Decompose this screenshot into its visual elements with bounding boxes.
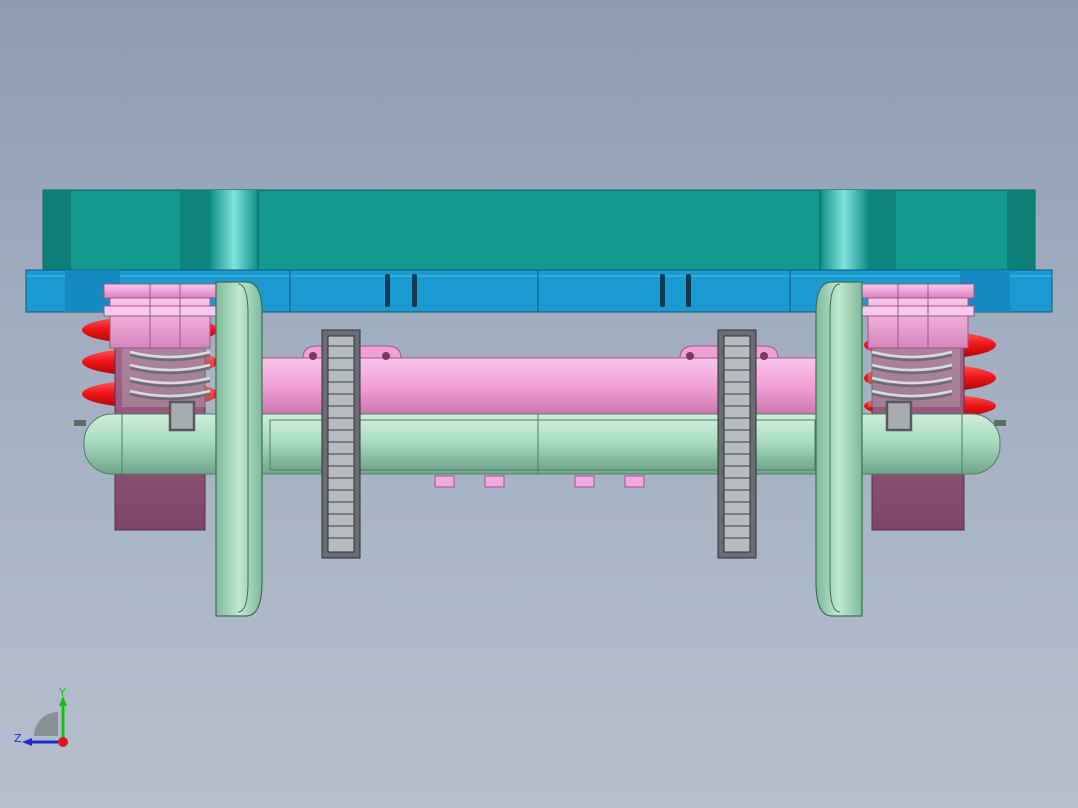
top-frame <box>42 189 1036 272</box>
right-bearing-block <box>861 283 975 349</box>
shaft-clamps <box>434 475 645 488</box>
z-axis-arrowhead <box>22 738 32 746</box>
axle-shaft <box>74 413 1006 475</box>
bogie-assembly-model[interactable] <box>0 0 1078 808</box>
y-axis-label: Y <box>58 686 66 699</box>
left-wheel <box>215 281 263 617</box>
x-axis-origin-dot <box>58 737 68 747</box>
right-gear <box>717 329 757 559</box>
triad-quarter-disc <box>34 712 58 736</box>
z-axis-label: Z <box>14 732 22 745</box>
3d-viewport[interactable]: Y Z <box>0 0 1078 808</box>
left-gear <box>321 329 361 559</box>
orientation-triad[interactable]: Y Z <box>10 684 80 754</box>
right-wheel <box>815 281 863 617</box>
left-bearing-block <box>103 283 217 349</box>
